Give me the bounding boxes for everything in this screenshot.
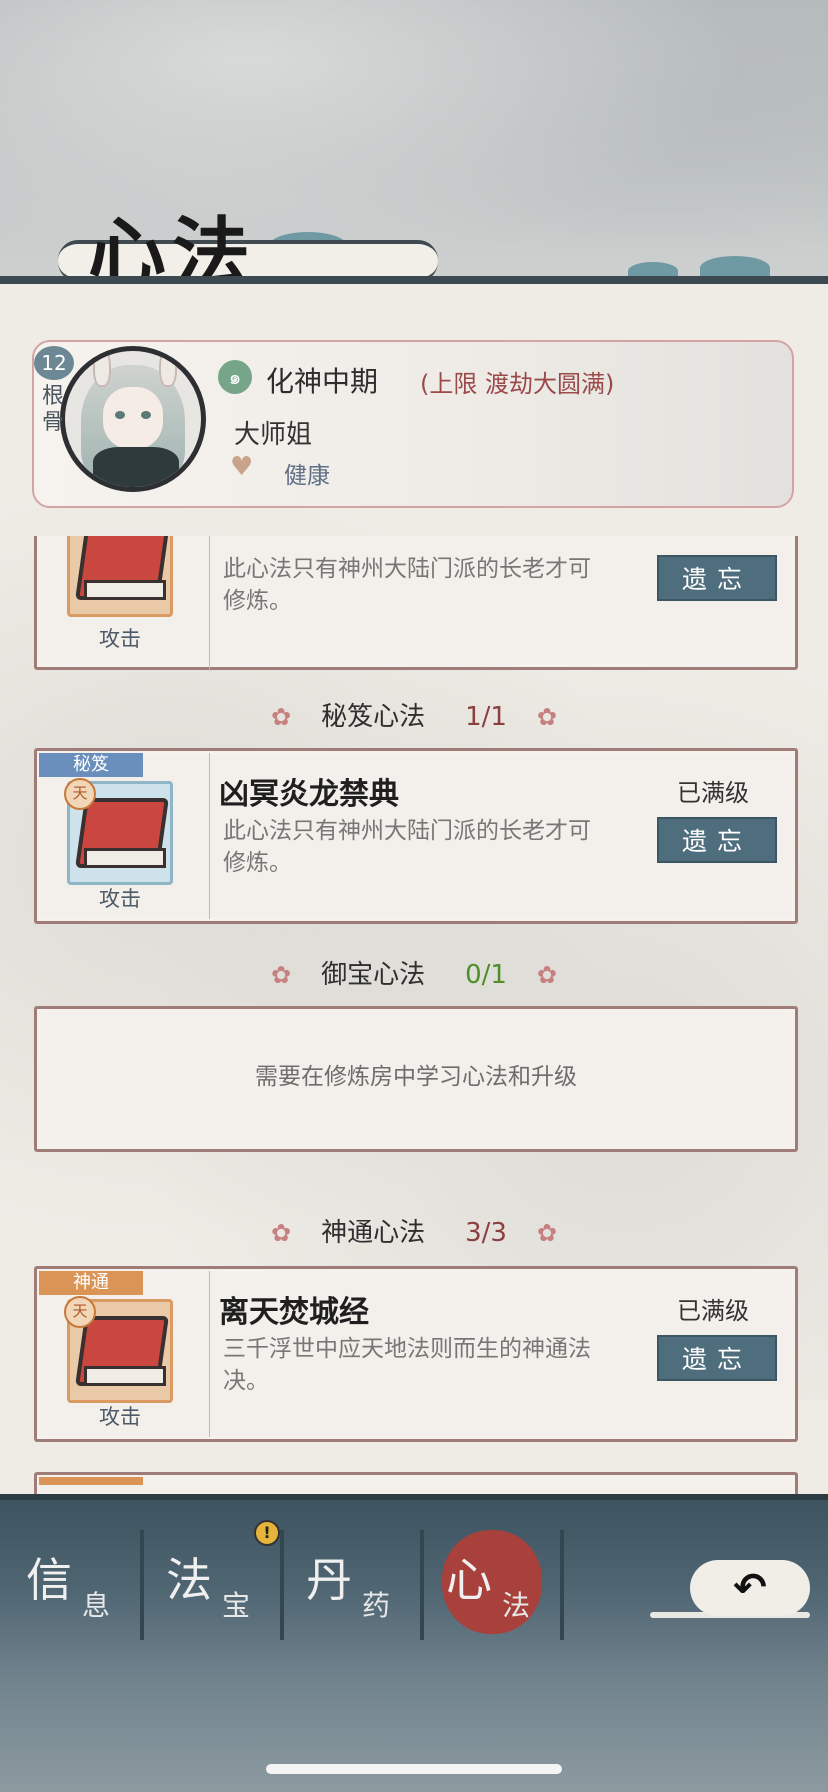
skill-icon-box: 攻击 <box>39 536 210 671</box>
skill-status: 已满级 <box>677 779 749 807</box>
skill-name: 离天焚城经 <box>219 1295 369 1330</box>
empty-slot-hint: 需要在修炼房中学习心法和升级 <box>255 1064 577 1090</box>
flower-icon: ✿ <box>270 961 292 989</box>
tab-separator <box>560 1530 564 1640</box>
avatar-ear-right <box>159 351 177 387</box>
section-count: 3/3 <box>465 1218 507 1248</box>
skill-tag <box>39 1477 143 1485</box>
tab-label-sub: 宝 <box>222 1589 251 1622</box>
section-title: 秘笈心法 <box>321 702 426 732</box>
tab-label-main: 心 <box>446 1553 492 1607</box>
skill-book-icon <box>67 536 173 617</box>
flower-icon: ✿ <box>536 961 558 989</box>
forget-button[interactable]: 遗忘 <box>657 555 777 601</box>
root-label: 根骨 <box>42 384 65 435</box>
tab-label-sub: 药 <box>362 1589 391 1622</box>
skill-description: 此心法只有神州大陆门派的长老才可修炼。 <box>223 556 591 614</box>
skill-list[interactable]: 攻击 此心法只有神州大陆门派的长老才可修炼。 遗忘 ✿ 秘笈心法 1/1 ✿ 秘笈 天… <box>0 536 828 1494</box>
tab-info[interactable]: 信 息 <box>6 1526 142 1646</box>
skill-book-icon: 天 <box>64 778 173 885</box>
forget-button[interactable]: 遗忘 <box>657 817 777 863</box>
character-name: 大师姐 <box>234 420 313 450</box>
section-title: 御宝心法 <box>321 960 426 990</box>
flower-icon: ✿ <box>270 703 292 731</box>
skill-description: 三千浮世中应天地法则而生的神通法决。 <box>223 1336 591 1394</box>
tab-label-main: 信 <box>26 1553 72 1607</box>
skill-tag: 秘笈 <box>39 753 143 777</box>
skill-name: 凶冥炎龙禁典 <box>219 777 399 812</box>
root-value-badge: 12 <box>34 346 74 380</box>
health-heart-icon: ♥ <box>230 452 254 482</box>
skill-book-icon: 天 <box>64 1296 173 1403</box>
avatar[interactable] <box>60 346 206 492</box>
section-header-treasure: ✿ 御宝心法 0/1 ✿ <box>0 954 828 991</box>
section-header-divine: ✿ 神通心法 3/3 ✿ <box>0 1212 828 1249</box>
avatar-face <box>103 387 163 449</box>
tab-separator <box>420 1530 424 1640</box>
skill-tag: 神通 <box>39 1271 143 1295</box>
avatar-eye-right <box>141 411 151 419</box>
skill-description: 此心法只有神州大陆门派的长老才可修炼。 <box>223 818 591 876</box>
tab-separator <box>140 1530 144 1640</box>
skill-card-next <box>34 1472 798 1494</box>
book-pages <box>84 580 166 600</box>
tab-label-sub: 法 <box>502 1589 531 1622</box>
health-status: 健康 <box>284 463 330 489</box>
forget-button[interactable]: 遗忘 <box>657 1335 777 1381</box>
tab-label-sub: 息 <box>82 1589 111 1622</box>
avatar-body <box>93 447 179 487</box>
tier-badge: 天 <box>64 778 96 810</box>
section-count: 1/1 <box>465 702 507 732</box>
flower-icon: ✿ <box>270 1219 292 1247</box>
skill-card-secret: 秘笈 天 攻击 凶冥炎龙禁典 已满级 此心法只有神州大陆门派的长老才可修炼。 遗… <box>34 748 798 924</box>
book-pages <box>84 848 166 868</box>
skill-type-label: 攻击 <box>99 1405 141 1429</box>
tier-badge: 天 <box>64 1296 96 1328</box>
avatar-eye-left <box>115 411 125 419</box>
tab-label-main: 丹 <box>306 1553 352 1607</box>
skill-icon-box: 秘笈 天 攻击 <box>39 753 210 919</box>
book-pages <box>84 1366 166 1386</box>
home-indicator[interactable] <box>266 1764 562 1774</box>
skill-card-partial: 攻击 此心法只有神州大陆门派的长老才可修炼。 遗忘 <box>34 536 798 671</box>
skill-card-divine: 神通 天 攻击 离天焚城经 已满级 三千浮世中应天地法则而生的神通法决。 遗忘 <box>34 1266 798 1442</box>
tab-mind-method[interactable]: 心 法 <box>426 1526 562 1646</box>
section-count: 0/1 <box>465 960 507 990</box>
alert-badge-icon: ! <box>254 1520 280 1546</box>
flower-icon: ✿ <box>536 1219 558 1247</box>
tab-label-main: 法 <box>166 1553 212 1607</box>
section-title: 神通心法 <box>321 1218 426 1248</box>
realm-limit-text: (上限 渡劫大圆满) <box>420 370 615 398</box>
avatar-ear-left <box>93 351 111 387</box>
back-button[interactable]: ↶ <box>690 1560 810 1616</box>
top-divider <box>0 276 828 284</box>
tab-pills[interactable]: 丹 药 <box>286 1526 422 1646</box>
empty-slot-card[interactable]: 需要在修炼房中学习心法和升级 <box>34 1006 798 1152</box>
realm-swirl-icon: ๑ <box>218 360 252 394</box>
tab-separator <box>280 1530 284 1640</box>
section-header-secret: ✿ 秘笈心法 1/1 ✿ <box>0 696 828 733</box>
skill-icon-box: 神通 天 攻击 <box>39 1271 210 1437</box>
skill-type-label: 攻击 <box>99 887 141 911</box>
skill-status: 已满级 <box>677 1297 749 1325</box>
skill-type-label: 攻击 <box>99 627 141 651</box>
flower-icon: ✿ <box>536 703 558 731</box>
realm-text: 化神中期 <box>266 365 379 398</box>
